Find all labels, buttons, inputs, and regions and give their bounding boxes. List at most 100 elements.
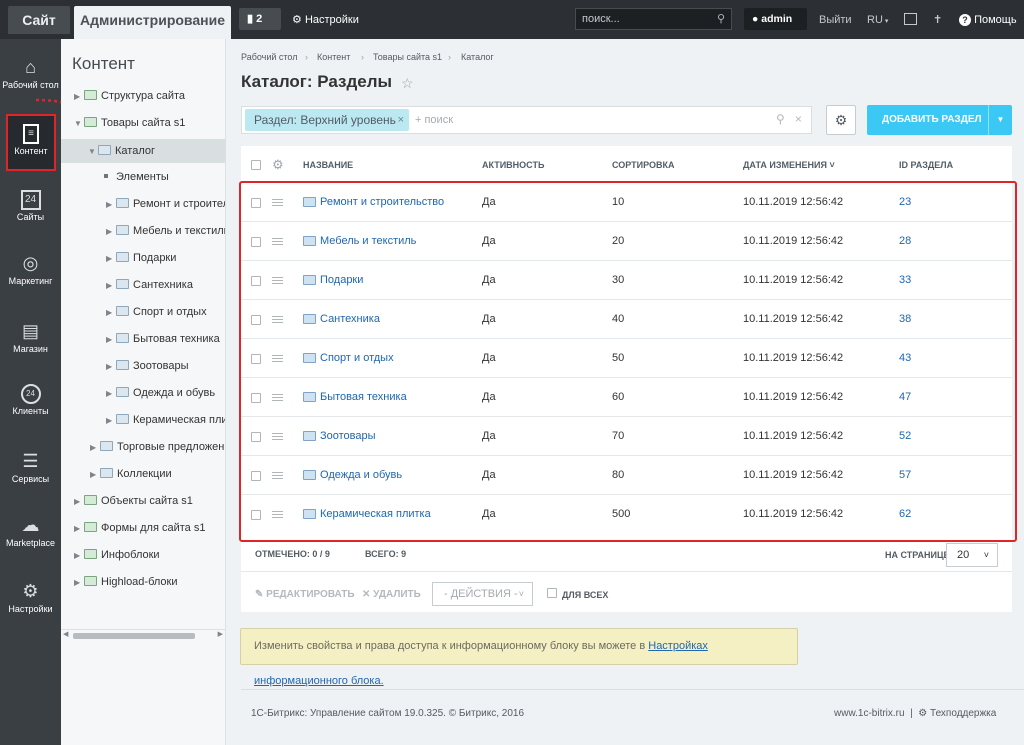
filter-search-placeholder[interactable]: + поиск — [415, 114, 453, 126]
nav-marketplace[interactable]: ☁ Marketplace — [0, 514, 61, 549]
tree-item-objects[interactable]: ▶ Объекты сайта s1 — [74, 491, 224, 511]
row-name-link[interactable]: Керамическая плитка — [320, 508, 431, 520]
nav-sites[interactable]: 24 Сайты — [0, 190, 61, 223]
star-icon[interactable]: ☆ — [401, 75, 414, 92]
scroll-thumb[interactable] — [73, 633, 195, 639]
help-link[interactable]: ? Помощь — [959, 11, 1017, 29]
select-all-checkbox[interactable] — [251, 160, 261, 170]
edit-button[interactable]: ✎ РЕДАКТИРОВАТЬ — [255, 589, 355, 600]
column-header-date[interactable]: ДАТА ИЗМЕНЕНИЯ ˅ — [743, 160, 835, 170]
drag-handle-icon[interactable] — [272, 238, 283, 245]
row-id-link[interactable]: 52 — [899, 430, 911, 442]
nav-settings[interactable]: ⚙ Настройки — [0, 580, 61, 615]
breadcrumb-content[interactable]: Контент — [317, 52, 350, 62]
drag-handle-icon[interactable] — [272, 199, 283, 206]
tree-item-collections[interactable]: ▶ Коллекции — [90, 464, 225, 484]
search-input[interactable]: поиск... ⚲ — [575, 8, 732, 30]
column-header-id[interactable]: ID РАЗДЕЛА — [899, 160, 953, 170]
tree-item-section[interactable]: ▶ Одежда и обувь — [106, 383, 225, 403]
nav-marketing[interactable]: ◎ Маркетинг — [0, 252, 61, 287]
row-checkbox[interactable] — [251, 510, 261, 520]
nav-shop[interactable]: ▤ Магазин — [0, 320, 61, 355]
row-name-link[interactable]: Ремонт и строительство — [320, 196, 444, 208]
row-name-link[interactable]: Мебель и текстиль — [320, 235, 416, 247]
tree-item-infoblocks[interactable]: ▶ Инфоблоки — [74, 545, 224, 565]
support-link[interactable]: Техподдержка — [930, 708, 996, 719]
row-name-link[interactable]: Подарки — [320, 274, 363, 286]
row-name-link[interactable]: Сантехника — [320, 313, 380, 325]
tab-administration[interactable]: Администрирование — [74, 6, 231, 39]
row-checkbox[interactable] — [251, 393, 261, 403]
tree-item-section[interactable]: ▶ Ремонт и строительство — [106, 194, 225, 214]
tree-item-elements[interactable]: Элементы — [100, 167, 225, 187]
nav-clients[interactable]: 24 Клиенты — [0, 384, 61, 417]
nav-desktop[interactable]: ⌂ Рабочий стол — [0, 56, 61, 91]
pin-icon[interactable]: ✝ — [933, 11, 942, 29]
notifications-button[interactable]: ▮ 2 — [239, 8, 281, 30]
drag-handle-icon[interactable] — [272, 511, 283, 518]
row-checkbox[interactable] — [251, 315, 261, 325]
clear-icon[interactable]: × — [795, 112, 802, 126]
drag-handle-icon[interactable] — [272, 433, 283, 440]
user-button[interactable]: ● admin — [744, 8, 807, 30]
delete-button[interactable]: ✕ УДАЛИТЬ — [362, 589, 421, 600]
row-name-link[interactable]: Одежда и обувь — [320, 469, 402, 481]
chevron-down-icon[interactable]: ▼ — [988, 105, 1012, 135]
logout-link[interactable]: Выйти — [819, 11, 852, 29]
filter-tag[interactable]: Раздел: Верхний уровень × — [245, 109, 409, 131]
row-id-link[interactable]: 38 — [899, 313, 911, 325]
drag-handle-icon[interactable] — [272, 316, 283, 323]
tab-site[interactable]: Сайт — [8, 6, 70, 34]
row-id-link[interactable]: 23 — [899, 196, 911, 208]
search-icon[interactable]: ⚲ — [776, 112, 785, 126]
breadcrumb-catalog[interactable]: Каталог — [461, 52, 494, 62]
tree-item-catalog[interactable]: ▼ Каталог — [61, 139, 225, 163]
panel-icon[interactable] — [904, 13, 917, 25]
column-header-name[interactable]: НАЗВАНИЕ — [303, 160, 353, 170]
language-selector[interactable]: RU ▾ — [867, 11, 888, 29]
tree-item-section[interactable]: ▶ Сантехника — [106, 275, 225, 295]
row-name-link[interactable]: Бытовая техника — [320, 391, 407, 403]
tree-item-section[interactable]: ▶ Мебель и текстиль — [106, 221, 225, 241]
tree-item-section[interactable]: ▶ Бытовая техника — [106, 329, 225, 349]
add-section-button[interactable]: ДОБАВИТЬ РАЗДЕЛ ▼ — [867, 105, 1012, 135]
tree-item-offers[interactable]: ▶ Торговые предложения — [90, 437, 225, 457]
settings-button[interactable]: ⚙ — [826, 105, 856, 135]
row-checkbox[interactable] — [251, 432, 261, 442]
row-checkbox[interactable] — [251, 471, 261, 481]
row-checkbox[interactable] — [251, 198, 261, 208]
row-checkbox[interactable] — [251, 237, 261, 247]
tree-item-section[interactable]: ▶ Зоотовары — [106, 356, 225, 376]
row-id-link[interactable]: 57 — [899, 469, 911, 481]
breadcrumb-products[interactable]: Товары сайта s1 — [373, 52, 442, 62]
tree-scrollbar[interactable]: ◀ ▶ — [61, 629, 225, 641]
row-id-link[interactable]: 33 — [899, 274, 911, 286]
row-checkbox[interactable] — [251, 276, 261, 286]
column-header-sort[interactable]: СОРТИРОВКА — [612, 160, 675, 170]
column-settings-icon[interactable]: ⚙ — [272, 157, 284, 173]
drag-handle-icon[interactable] — [272, 394, 283, 401]
per-page-select[interactable]: 20 ˅ — [946, 543, 998, 567]
drag-handle-icon[interactable] — [272, 355, 283, 362]
drag-handle-icon[interactable] — [272, 277, 283, 284]
bitrix-site-link[interactable]: www.1c-bitrix.ru — [834, 708, 905, 719]
tree-item-section[interactable]: ▶ Спорт и отдых — [106, 302, 225, 322]
actions-select[interactable]: - ДЕЙСТВИЯ - ˅ — [432, 582, 533, 606]
breadcrumb-desktop[interactable]: Рабочий стол — [241, 52, 298, 62]
row-id-link[interactable]: 62 — [899, 508, 911, 520]
close-icon[interactable]: × — [398, 109, 404, 131]
for-all-checkbox[interactable] — [547, 588, 557, 598]
column-header-active[interactable]: АКТИВНОСТЬ — [482, 160, 544, 170]
tree-item-highload[interactable]: ▶ Highload-блоки — [74, 572, 224, 592]
row-id-link[interactable]: 28 — [899, 235, 911, 247]
row-name-link[interactable]: Спорт и отдых — [320, 352, 394, 364]
row-id-link[interactable]: 47 — [899, 391, 911, 403]
row-checkbox[interactable] — [251, 354, 261, 364]
tree-item-forms[interactable]: ▶ Формы для сайта s1 — [74, 518, 224, 538]
settings-link[interactable]: ⚙ Настройки — [292, 11, 359, 29]
tree-item-section[interactable]: ▶ Подарки — [106, 248, 225, 268]
tree-item-section[interactable]: ▶ Керамическая плитка — [106, 410, 225, 430]
tree-item-site-structure[interactable]: ▶ Структура сайта — [74, 86, 224, 106]
drag-handle-icon[interactable] — [272, 472, 283, 479]
nav-services[interactable]: ☰ Сервисы — [0, 450, 61, 485]
